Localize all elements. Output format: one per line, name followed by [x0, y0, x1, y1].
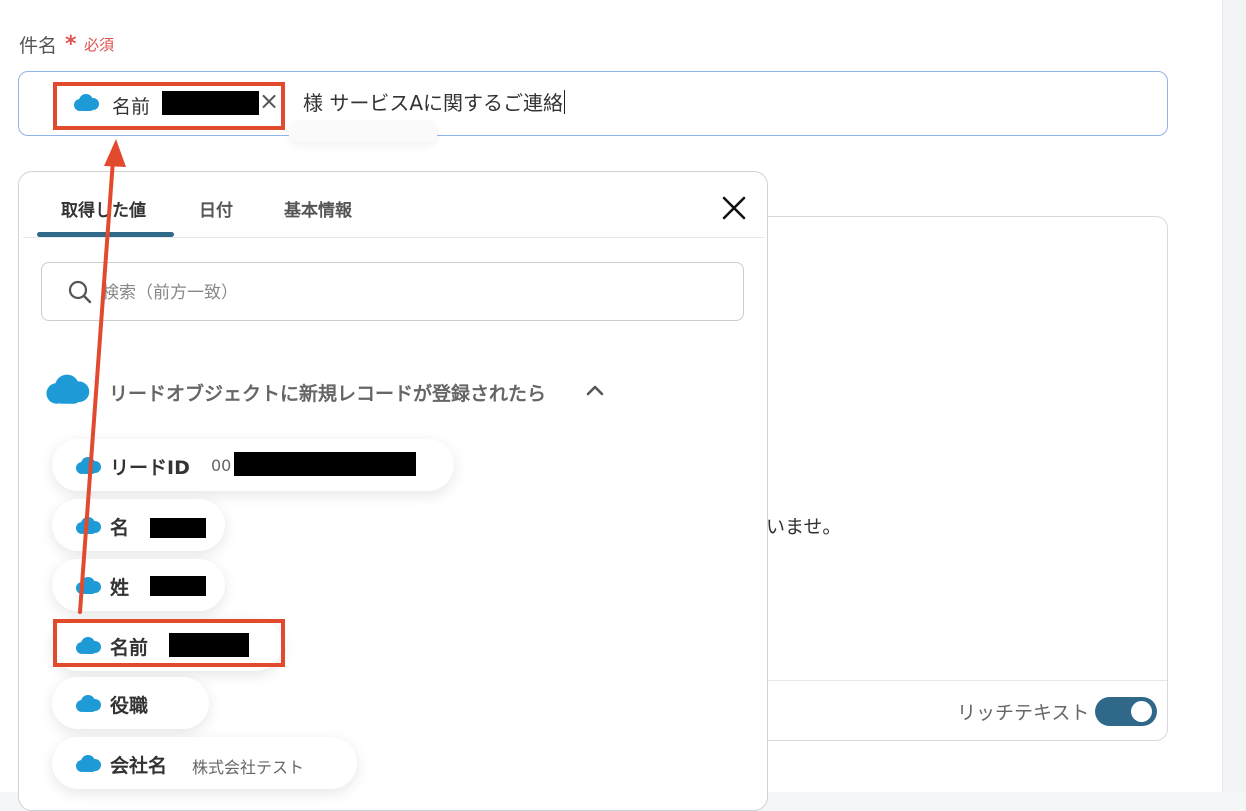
search-icon — [67, 279, 93, 309]
section-title: リードオブジェクトに新規レコードが登録されたら — [109, 383, 547, 405]
ghost-suggestion-pill — [288, 120, 438, 142]
item-label: 名前 — [110, 637, 149, 659]
chevron-up-icon[interactable] — [586, 382, 604, 401]
toggle-knob — [1131, 701, 1152, 722]
section-header-lead-trigger[interactable]: リードオブジェクトに新規レコードが登録されたら — [43, 372, 643, 410]
salesforce-cloud-icon — [43, 372, 91, 412]
rich-text-toggle[interactable] — [1095, 697, 1157, 726]
tabs-divider — [23, 237, 765, 238]
redacted-value — [150, 576, 206, 596]
list-item-company[interactable]: 会社名 株式会社テスト — [52, 737, 357, 789]
list-item-first-name[interactable]: 名 — [52, 499, 225, 551]
editor-footer-divider — [767, 680, 1167, 681]
required-label: 必須 — [84, 36, 115, 54]
body-editor[interactable] — [766, 216, 1168, 741]
search-input[interactable] — [100, 275, 724, 311]
salesforce-cloud-icon — [74, 456, 102, 480]
salesforce-cloud-icon — [74, 694, 102, 718]
right-scroll-rail[interactable] — [1222, 0, 1246, 792]
item-label: 名 — [110, 517, 130, 539]
required-asterisk: * — [65, 32, 77, 57]
close-icon[interactable] — [720, 194, 748, 222]
item-value: 00 — [211, 456, 232, 475]
item-value: 株式会社テスト — [192, 758, 305, 777]
item-label: 役職 — [110, 695, 149, 717]
salesforce-cloud-icon — [74, 576, 102, 600]
salesforce-cloud-icon — [74, 754, 102, 778]
variable-picker-popup: 取得した値 日付 基本情報 リードオブジェクトに新規レコードが登録されたら リー… — [18, 171, 768, 811]
text-caret — [564, 90, 566, 114]
close-icon[interactable]: × — [259, 87, 279, 115]
list-item-job-title[interactable]: 役職 — [52, 677, 209, 729]
body-text-fragment: いませ。 — [766, 516, 842, 538]
token-label: 名前 — [112, 96, 151, 118]
redacted-value — [162, 91, 259, 115]
salesforce-cloud-icon — [74, 636, 102, 660]
list-item-lead-id[interactable]: リードID 00 — [52, 439, 454, 491]
tab-date[interactable]: 日付 — [199, 196, 233, 221]
subject-text[interactable]: 様 サービスAに関するご連絡 — [303, 87, 566, 116]
search-field[interactable] — [41, 262, 744, 321]
tab-basic-info[interactable]: 基本情報 — [284, 196, 352, 221]
item-label: 会社名 — [110, 755, 168, 777]
redacted-value — [169, 633, 249, 657]
salesforce-cloud-icon — [72, 93, 100, 117]
subject-variable-token[interactable]: 名前 × — [56, 84, 281, 128]
tab-acquired-values[interactable]: 取得した値 — [61, 196, 146, 221]
item-label: 姓 — [110, 577, 130, 599]
redacted-value — [150, 518, 206, 538]
redacted-value — [234, 452, 416, 476]
field-label-subject: 件名 — [19, 35, 58, 57]
subject-text-value: 様 サービスAに関するご連絡 — [303, 91, 564, 115]
rich-text-label: リッチテキスト — [957, 702, 1090, 724]
list-item-last-name[interactable]: 姓 — [52, 559, 225, 611]
salesforce-cloud-icon — [74, 516, 102, 540]
item-label: リードID — [110, 457, 190, 479]
list-item-full-name[interactable]: 名前 — [52, 619, 282, 671]
